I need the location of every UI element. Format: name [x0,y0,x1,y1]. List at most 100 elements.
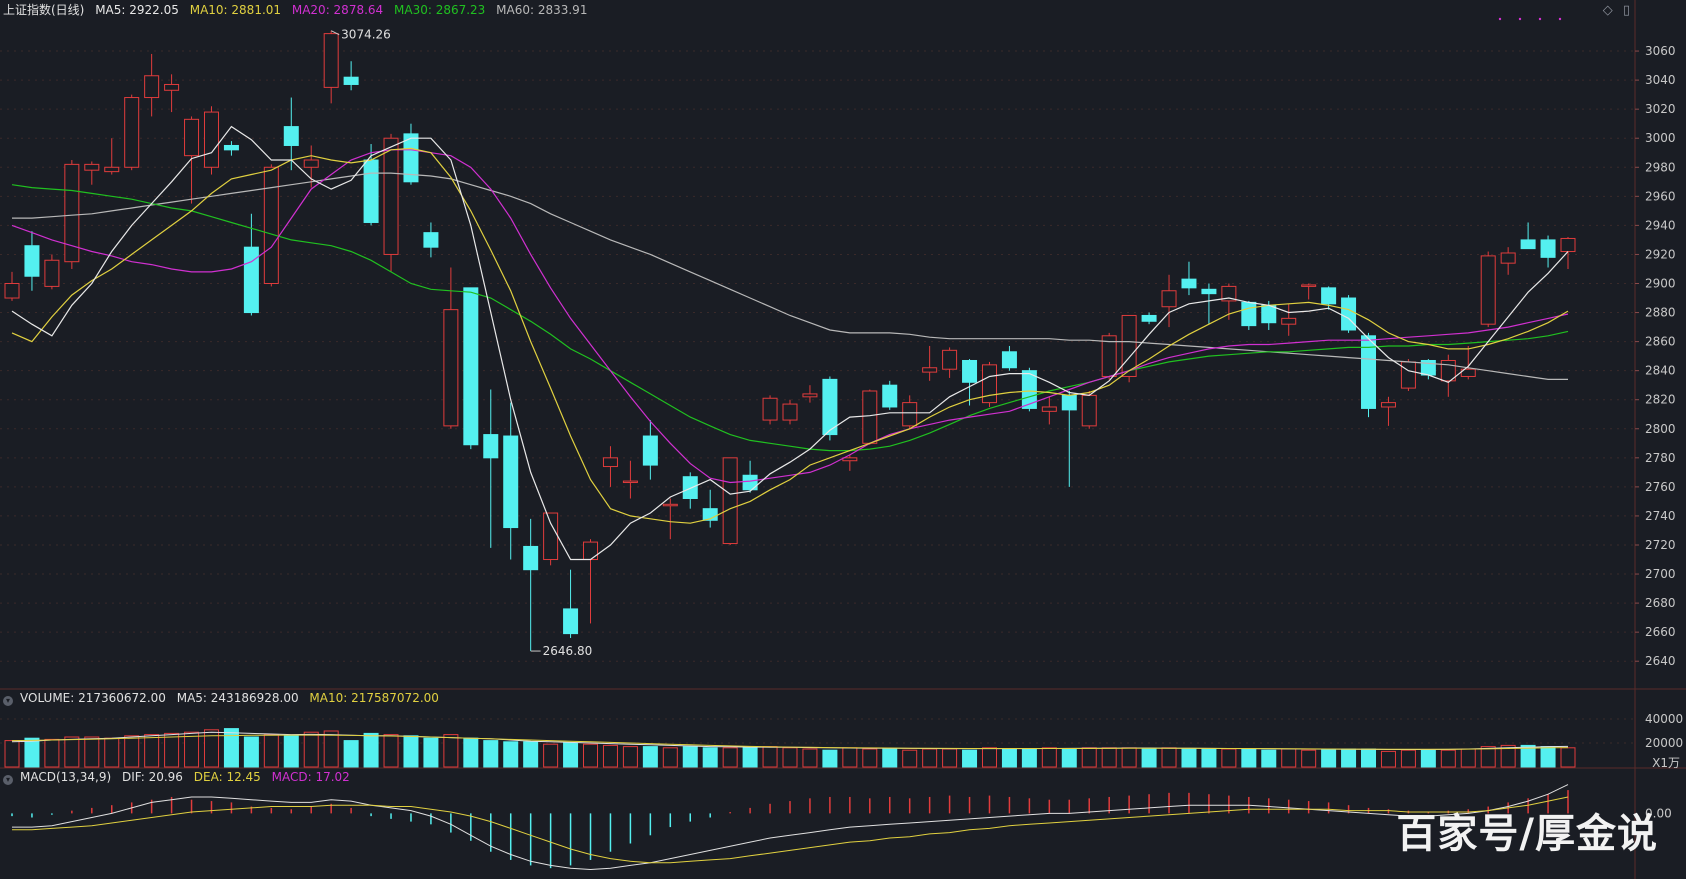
volume-bar [1201,748,1217,768]
price-tick-label: 2740 [1645,509,1676,523]
candle-body [423,232,439,248]
candle-body [1281,317,1297,325]
volume-ma10-legend: MA10: 217587072.00 [309,691,439,705]
dif-legend: DIF: 20.96 [121,770,183,784]
ma60-legend: MA60: 2833.91 [496,3,588,17]
volume-bar [243,736,259,768]
price-tick-label: 2980 [1645,160,1676,174]
volume-bar [981,747,997,768]
volume-bar [682,746,698,768]
candle-body [1201,288,1217,295]
volume-bar [1380,750,1396,768]
volume-bar [1261,749,1277,768]
volume-bar [942,748,958,768]
window-icon[interactable]: ▯ [1623,3,1630,18]
volume-bar [882,748,898,768]
volume-bar [24,737,40,768]
volume-bar [223,728,239,768]
volume-bar [1321,748,1337,768]
candle-body [84,163,100,171]
candle-body [124,97,140,168]
volume-bar [762,746,778,768]
candle-body [1061,394,1077,411]
marker-dot [1498,17,1502,21]
price-tick-label: 2800 [1645,422,1676,436]
ma30-legend: MA30: 2867.23 [394,3,486,17]
candle-body [303,159,319,168]
volume-bar [1161,747,1177,768]
volume-bar [782,747,798,768]
candle-body [323,33,339,88]
volume-bar [1560,747,1576,768]
candle-body [1380,402,1396,408]
collapse-icon[interactable]: ▾ [3,775,13,785]
price-tick-label: 2840 [1645,364,1676,378]
candle-body [902,402,918,427]
volume-bar [1420,749,1436,768]
volume-bar [283,735,299,768]
volume-bar [383,734,399,768]
dea-legend: DEA: 12.45 [193,770,261,784]
collapse-icon[interactable]: ▾ [3,696,13,706]
candle-body [1081,394,1097,427]
candle-body [1161,290,1177,308]
volume-bar [1460,748,1476,768]
volume-bar [1361,748,1377,768]
price-tick-label: 2940 [1645,218,1676,232]
volume-bar [802,748,818,768]
candle-body [24,245,40,277]
volume-bar [84,736,100,768]
price-header: 上证指数(日线) MA5: 2922.05 MA10: 2881.01 MA20… [3,1,594,19]
price-tick-label: 2760 [1645,480,1676,494]
volume-bar [842,747,858,768]
candle-body [1261,304,1277,324]
volume-bar [583,743,599,768]
volume-bar [1301,749,1317,768]
price-tick-label: 3060 [1645,44,1676,58]
volume-header: ▾ VOLUME: 217360672.00 MA5: 243186928.00 … [3,689,446,707]
candle-body [1181,278,1197,289]
candle-body [782,403,798,421]
volume-bar [64,736,80,768]
volume-bar [1061,748,1077,768]
price-tick-label: 2780 [1645,451,1676,465]
candle-body [523,545,539,571]
volume-bar [503,741,519,768]
candle-body [243,246,259,314]
volume-bar [4,740,20,768]
price-tick-label: 2920 [1645,247,1676,261]
volume-bar [44,738,60,768]
price-tick-label: 2900 [1645,276,1676,290]
volume-bar [1181,748,1197,768]
candle-body [622,480,638,484]
candle-body [263,166,279,284]
candle-body [463,287,479,446]
price-tick-label: 3020 [1645,102,1676,116]
low-label: 2646.80 [543,644,593,658]
volume-bar [1241,748,1257,768]
candle-body [343,76,359,85]
volume-tick-label: 40000 [1645,712,1683,726]
volume-bar [1221,748,1237,768]
candle-body [682,476,698,500]
candle-body [1141,314,1157,322]
volume-bar [184,731,200,768]
candle-body [583,541,599,561]
volume-bar [343,740,359,768]
candle-body [363,159,379,223]
candle-body [942,349,958,370]
stock-chart[interactable]: 3060 3040 3020 3000 2980 2960 2940 2920 2900 2880… [0,0,1686,879]
volume-bar [622,746,638,768]
ma10-legend: MA10: 2881.01 [189,3,282,17]
candle-body [1540,239,1556,258]
volume-bar [104,737,120,768]
volume-bar [263,734,279,768]
volume-bar [423,737,439,768]
diamond-icon[interactable]: ◇ [1603,3,1613,18]
price-tick-label: 2880 [1645,306,1676,320]
candle-body [1041,406,1057,412]
price-tick-label: 2720 [1645,538,1676,552]
candle-body [722,457,738,545]
volume-tick-label: 20000 [1645,736,1683,750]
watermark: 百家号/厚金说 [1396,811,1658,857]
